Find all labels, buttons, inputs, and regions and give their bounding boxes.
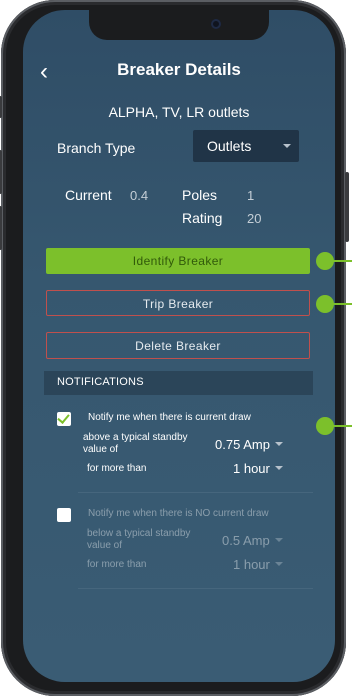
- no-current-draw-threshold-value[interactable]: 0.5 Amp: [222, 533, 270, 548]
- breaker-name: ALPHA, TV, LR outlets: [108, 104, 250, 120]
- branch-type-value: Outlets: [207, 138, 252, 154]
- phone-power-button: [345, 172, 349, 242]
- branch-type-select[interactable]: Outlets: [193, 130, 299, 162]
- current-draw-threshold-value[interactable]: 0.75 Amp: [215, 437, 270, 452]
- phone-notch: [89, 10, 269, 40]
- no-current-draw-title: Notify me when there is NO current draw: [88, 508, 269, 519]
- current-draw-duration-label: for more than: [87, 463, 147, 474]
- current-draw-title: Notify me when there is current draw: [88, 412, 251, 423]
- phone-volume-down-button: [0, 206, 2, 250]
- delete-breaker-button[interactable]: Delete Breaker: [46, 332, 310, 359]
- current-draw-duration-value[interactable]: 1 hour: [233, 461, 270, 476]
- phone-side-button: [0, 96, 2, 118]
- section-divider: [78, 492, 313, 493]
- callout-line: [332, 303, 352, 305]
- chevron-down-icon[interactable]: [275, 562, 283, 566]
- page-title: Breaker Details: [117, 60, 241, 79]
- current-draw-checkbox[interactable]: [57, 411, 71, 426]
- camera-icon: [211, 19, 221, 29]
- poles-value: 1: [247, 188, 255, 203]
- notifications-header-label: NOTIFICATIONS: [57, 376, 144, 388]
- rating-label: Rating: [182, 210, 223, 226]
- checkmark-icon: [57, 411, 70, 424]
- no-current-draw-duration-label: for more than: [87, 559, 147, 570]
- branch-type-label: Branch Type: [57, 140, 136, 156]
- callout-line: [332, 425, 352, 427]
- notifications-header: NOTIFICATIONS: [44, 371, 313, 395]
- current-value: 0.4: [130, 188, 149, 203]
- chevron-down-icon[interactable]: [275, 442, 283, 446]
- no-current-draw-threshold-label: below a typical standby value of: [87, 528, 191, 551]
- chevron-down-icon[interactable]: [275, 538, 283, 542]
- current-label: Current: [65, 187, 112, 203]
- trip-breaker-button[interactable]: Trip Breaker: [46, 290, 310, 316]
- phone-frame: ‹ Breaker Details ALPHA, TV, LR outlets …: [0, 0, 349, 696]
- no-current-draw-duration-value[interactable]: 1 hour: [233, 557, 270, 572]
- identify-breaker-button[interactable]: Identify Breaker: [46, 248, 310, 274]
- rating-value: 20: [247, 211, 262, 226]
- poles-label: Poles: [182, 187, 218, 203]
- chevron-down-icon[interactable]: [275, 466, 283, 470]
- phone-volume-up-button: [0, 150, 2, 194]
- callout-line: [332, 260, 352, 262]
- app-screen: ‹ Breaker Details ALPHA, TV, LR outlets …: [23, 10, 335, 682]
- no-current-draw-checkbox[interactable]: [57, 508, 71, 522]
- section-divider: [78, 588, 313, 589]
- current-draw-threshold-label: above a typical standby value of: [83, 432, 188, 455]
- dropdown-arrow-icon: [283, 144, 291, 148]
